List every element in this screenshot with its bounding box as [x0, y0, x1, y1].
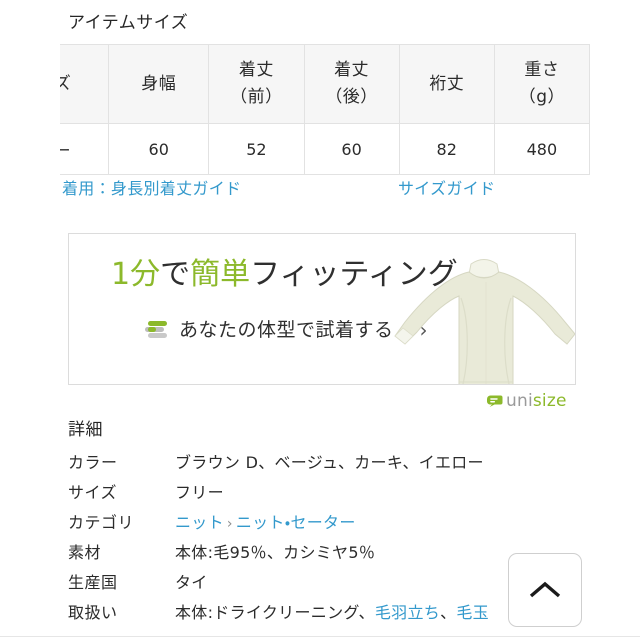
size-table-header-row: ズ 身幅 着丈 （前） 着丈 （後） 裄丈 重さ （g）: [60, 44, 590, 124]
size-table-row: ー 60 52 60 82 480: [60, 123, 590, 175]
detail-value: フリー: [175, 483, 224, 502]
headline-part-3: 簡単: [190, 257, 251, 292]
details-heading: 詳細: [68, 420, 103, 440]
headline-part-2: で: [160, 257, 191, 292]
item-size-heading: アイテムサイズ: [68, 13, 189, 33]
header-main: 身幅: [141, 73, 177, 94]
detail-value-breadcrumb: ニット › ニット・セーター: [175, 509, 356, 538]
sweater-illustration: [394, 259, 575, 384]
detail-row-size: サイズ フリー: [0, 479, 640, 509]
detail-label: 生産国: [68, 573, 118, 592]
unisize-uni-text: uni: [506, 391, 533, 411]
size-table-header-cell: 裄丈: [398, 44, 495, 124]
guide-links-row: 着用：身長別着丈ガイド サイズガイド: [0, 178, 640, 206]
header-main: 着丈: [334, 60, 370, 80]
header-sub: （g）: [518, 87, 566, 107]
try-on-cta-label: あなたの体型で試着する: [179, 319, 394, 341]
detail-value: 本体:毛95％、カシミヤ5％: [175, 543, 376, 562]
unisize-mark-icon: [487, 395, 503, 407]
wear-length-guide-link[interactable]: 着用：身長別着丈ガイド: [62, 178, 241, 200]
detail-row-category: カテゴリ ニット › ニット・セーター: [0, 509, 640, 539]
scroll-to-top-button[interactable]: [508, 553, 582, 627]
detail-label: カテゴリ: [68, 513, 135, 532]
header-sub: （後）: [325, 87, 378, 107]
size-table-cell: 82: [398, 123, 495, 175]
header-sub: （前）: [230, 87, 283, 107]
size-table: ズ 身幅 着丈 （前） 着丈 （後） 裄丈 重さ （g） ー 60 52 60 …: [60, 44, 590, 175]
size-table-cell: 60: [108, 123, 210, 175]
detail-label: 素材: [68, 543, 102, 562]
category-crumb-link[interactable]: ニット: [175, 513, 224, 532]
try-on-cta-link[interactable]: あなたの体型で試着する ›: [145, 318, 428, 342]
size-table-header-cell: 重さ （g）: [493, 44, 590, 124]
detail-label: 取扱い: [68, 603, 118, 622]
care-plain-text: 本体:ドライクリーニング、: [175, 603, 375, 622]
care-separator: 、: [440, 603, 457, 622]
size-guide-link[interactable]: サイズガイド: [398, 178, 495, 200]
detail-value-care: 本体:ドライクリーニング、毛羽立ち、毛玉: [175, 599, 489, 627]
unisize-logo: unisize: [486, 392, 567, 410]
product-detail-page: アイテムサイズ ズ 身幅 着丈 （前） 着丈 （後） 裄丈 重さ （g） ー 6…: [0, 0, 640, 640]
bottom-divider: [0, 636, 640, 637]
detail-label: サイズ: [68, 483, 118, 502]
size-table-header-cell: 身幅: [108, 44, 210, 124]
size-table-header-cell: ズ: [60, 44, 110, 124]
detail-value: ブラウン D、ベージュ、カーキ、イエロー: [175, 453, 484, 472]
size-table-header-cell: 着丈 （後）: [303, 44, 400, 124]
detail-label: カラー: [68, 453, 118, 472]
category-crumb-link[interactable]: ニット・セーター: [236, 513, 356, 532]
unisize-size-text: size: [532, 391, 567, 411]
size-table-container: ズ 身幅 着丈 （前） 着丈 （後） 裄丈 重さ （g） ー 60 52 60 …: [60, 44, 590, 175]
size-table-cell: 52: [208, 123, 305, 175]
size-table-header-cell: 着丈 （前）: [208, 44, 305, 124]
header-main: 着丈: [238, 60, 274, 80]
size-table-cell: 480: [493, 123, 590, 175]
headline-part-1: 1分: [111, 257, 161, 292]
unisize-wordmark: unisize: [506, 392, 567, 410]
header-main: 裄丈: [429, 73, 465, 94]
detail-row-color: カラー ブラウン D、ベージュ、カーキ、イエロー: [0, 449, 640, 479]
care-link-pilling-fuzz[interactable]: 毛羽立ち: [375, 603, 440, 622]
breadcrumb-separator: ›: [226, 516, 233, 532]
size-table-cell: ー: [60, 123, 110, 175]
sliders-icon: [145, 321, 167, 339]
detail-value: タイ: [175, 573, 208, 592]
virtual-fitting-banner[interactable]: 1分で簡単フィッティング あなたの体型で試着する ›: [68, 233, 576, 385]
header-main: ズ: [60, 73, 72, 94]
care-link-pilling[interactable]: 毛玉: [456, 603, 489, 622]
chevron-up-icon: [529, 581, 561, 598]
header-main: 重さ: [524, 60, 560, 80]
size-table-cell: 60: [303, 123, 400, 175]
